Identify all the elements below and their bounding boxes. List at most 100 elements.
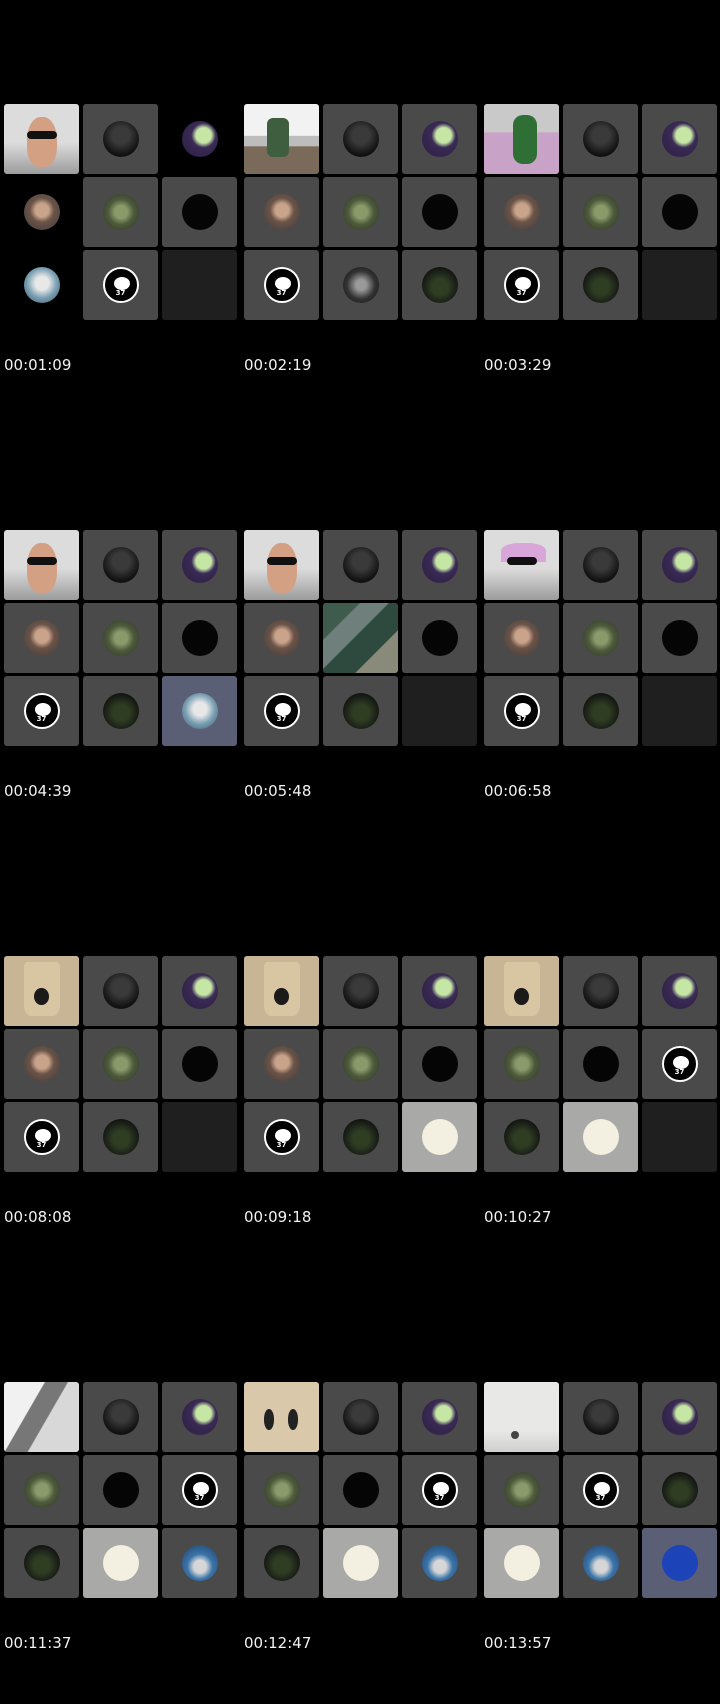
participant-logo-tile[interactable]: 37 <box>4 1102 79 1172</box>
participant-logo-tile[interactable]: 37 <box>484 250 559 320</box>
participant-avatar-tile[interactable] <box>83 1029 158 1099</box>
participant-avatar-tile[interactable] <box>563 1382 638 1452</box>
participant-avatar-tile[interactable] <box>83 1528 158 1598</box>
participant-avatar-tile[interactable] <box>402 956 477 1026</box>
participant-avatar-tile[interactable] <box>642 177 717 247</box>
participant-avatar-tile[interactable] <box>563 177 638 247</box>
participant-avatar-tile[interactable] <box>563 676 638 746</box>
participant-avatar-tile[interactable] <box>642 603 717 673</box>
participant-avatar-tile[interactable] <box>4 177 79 247</box>
participant-avatar-tile[interactable] <box>162 956 237 1026</box>
participant-avatar-tile[interactable] <box>4 250 79 320</box>
participant-avatar-tile[interactable] <box>323 1102 398 1172</box>
participant-avatar-tile[interactable] <box>323 1528 398 1598</box>
participant-avatar-tile[interactable] <box>244 1455 319 1525</box>
participant-avatar-tile[interactable] <box>83 1102 158 1172</box>
participant-avatar-tile[interactable] <box>323 530 398 600</box>
participant-avatar-tile[interactable] <box>402 530 477 600</box>
participant-video-tile[interactable] <box>4 104 79 174</box>
participant-avatar-tile[interactable] <box>563 104 638 174</box>
participant-avatar-tile[interactable] <box>484 177 559 247</box>
participant-video-tile[interactable] <box>4 956 79 1026</box>
participant-avatar-tile[interactable] <box>484 1528 559 1598</box>
participant-avatar-tile[interactable] <box>402 250 477 320</box>
participant-video-tile[interactable] <box>484 1382 559 1452</box>
participant-logo-tile[interactable]: 37 <box>83 250 158 320</box>
participant-avatar-tile[interactable] <box>162 530 237 600</box>
participant-video-tile[interactable] <box>244 956 319 1026</box>
participant-video-tile[interactable] <box>244 1382 319 1452</box>
participant-avatar-tile[interactable] <box>83 676 158 746</box>
participant-avatar-tile[interactable] <box>642 956 717 1026</box>
participant-avatar-tile[interactable] <box>563 1102 638 1172</box>
participant-logo-tile[interactable]: 37 <box>563 1455 638 1525</box>
participant-avatar-tile[interactable] <box>162 1382 237 1452</box>
participant-avatar-tile[interactable] <box>402 1528 477 1598</box>
participant-logo-tile[interactable]: 37 <box>244 1102 319 1172</box>
participant-avatar-tile[interactable] <box>83 530 158 600</box>
participant-avatar-tile[interactable] <box>484 1102 559 1172</box>
participant-logo-tile[interactable]: 37 <box>244 676 319 746</box>
participant-avatar-tile[interactable] <box>323 1382 398 1452</box>
participant-avatar-tile[interactable] <box>162 603 237 673</box>
participant-video-tile[interactable] <box>484 530 559 600</box>
participant-avatar-tile[interactable] <box>83 603 158 673</box>
participant-logo-tile[interactable]: 37 <box>244 250 319 320</box>
participant-avatar-tile[interactable] <box>323 1455 398 1525</box>
participant-logo-tile[interactable]: 37 <box>402 1455 477 1525</box>
participant-avatar-tile[interactable] <box>323 1029 398 1099</box>
participant-avatar-tile[interactable] <box>4 1528 79 1598</box>
participant-logo-tile[interactable]: 37 <box>642 1029 717 1099</box>
participant-avatar-tile[interactable] <box>642 530 717 600</box>
participant-avatar-tile[interactable] <box>83 104 158 174</box>
participant-avatar-tile[interactable] <box>484 603 559 673</box>
participant-avatar-tile[interactable] <box>563 1029 638 1099</box>
participant-avatar-tile[interactable] <box>162 1029 237 1099</box>
participant-avatar-tile[interactable] <box>162 676 237 746</box>
participant-avatar-tile[interactable] <box>4 603 79 673</box>
participant-video-tile[interactable] <box>484 104 559 174</box>
participant-logo-tile[interactable]: 37 <box>162 1455 237 1525</box>
participant-avatar-tile[interactable] <box>642 104 717 174</box>
participant-avatar-tile[interactable] <box>484 1029 559 1099</box>
participant-avatar-tile[interactable] <box>83 1382 158 1452</box>
participant-avatar-tile[interactable] <box>323 250 398 320</box>
participant-avatar-tile[interactable] <box>484 1455 559 1525</box>
participant-avatar-tile[interactable] <box>323 676 398 746</box>
participant-video-tile[interactable] <box>244 104 319 174</box>
participant-avatar-tile[interactable] <box>244 1029 319 1099</box>
participant-avatar-tile[interactable] <box>244 603 319 673</box>
participant-avatar-tile[interactable] <box>563 530 638 600</box>
participant-avatar-tile[interactable] <box>402 603 477 673</box>
participant-avatar-tile[interactable] <box>402 104 477 174</box>
participant-avatar-tile[interactable] <box>402 1382 477 1452</box>
participant-avatar-tile[interactable] <box>162 1528 237 1598</box>
participant-avatar-tile[interactable] <box>4 1455 79 1525</box>
participant-avatar-tile[interactable] <box>83 1455 158 1525</box>
participant-video-tile[interactable] <box>484 956 559 1026</box>
participant-avatar-tile[interactable] <box>162 177 237 247</box>
participant-avatar-tile[interactable] <box>83 177 158 247</box>
participant-avatar-tile[interactable] <box>402 1102 477 1172</box>
participant-video-tile[interactable] <box>4 1382 79 1452</box>
participant-avatar-tile[interactable] <box>642 1455 717 1525</box>
participant-avatar-tile[interactable] <box>642 1528 717 1598</box>
participant-avatar-tile[interactable] <box>323 956 398 1026</box>
participant-video-tile[interactable] <box>4 530 79 600</box>
participant-avatar-tile[interactable] <box>642 1382 717 1452</box>
participant-avatar-tile[interactable] <box>4 1029 79 1099</box>
participant-avatar-tile[interactable] <box>402 1029 477 1099</box>
participant-avatar-tile[interactable] <box>402 177 477 247</box>
participant-avatar-tile[interactable] <box>563 603 638 673</box>
participant-avatar-tile[interactable] <box>563 250 638 320</box>
participant-avatar-tile[interactable] <box>244 1528 319 1598</box>
participant-avatar-tile[interactable] <box>563 956 638 1026</box>
screen-share-video-tile[interactable] <box>323 603 398 673</box>
participant-avatar-tile[interactable] <box>323 177 398 247</box>
participant-avatar-tile[interactable] <box>323 104 398 174</box>
participant-avatar-tile[interactable] <box>83 956 158 1026</box>
participant-avatar-tile[interactable] <box>162 104 237 174</box>
participant-logo-tile[interactable]: 37 <box>4 676 79 746</box>
participant-logo-tile[interactable]: 37 <box>484 676 559 746</box>
participant-video-tile[interactable] <box>244 530 319 600</box>
